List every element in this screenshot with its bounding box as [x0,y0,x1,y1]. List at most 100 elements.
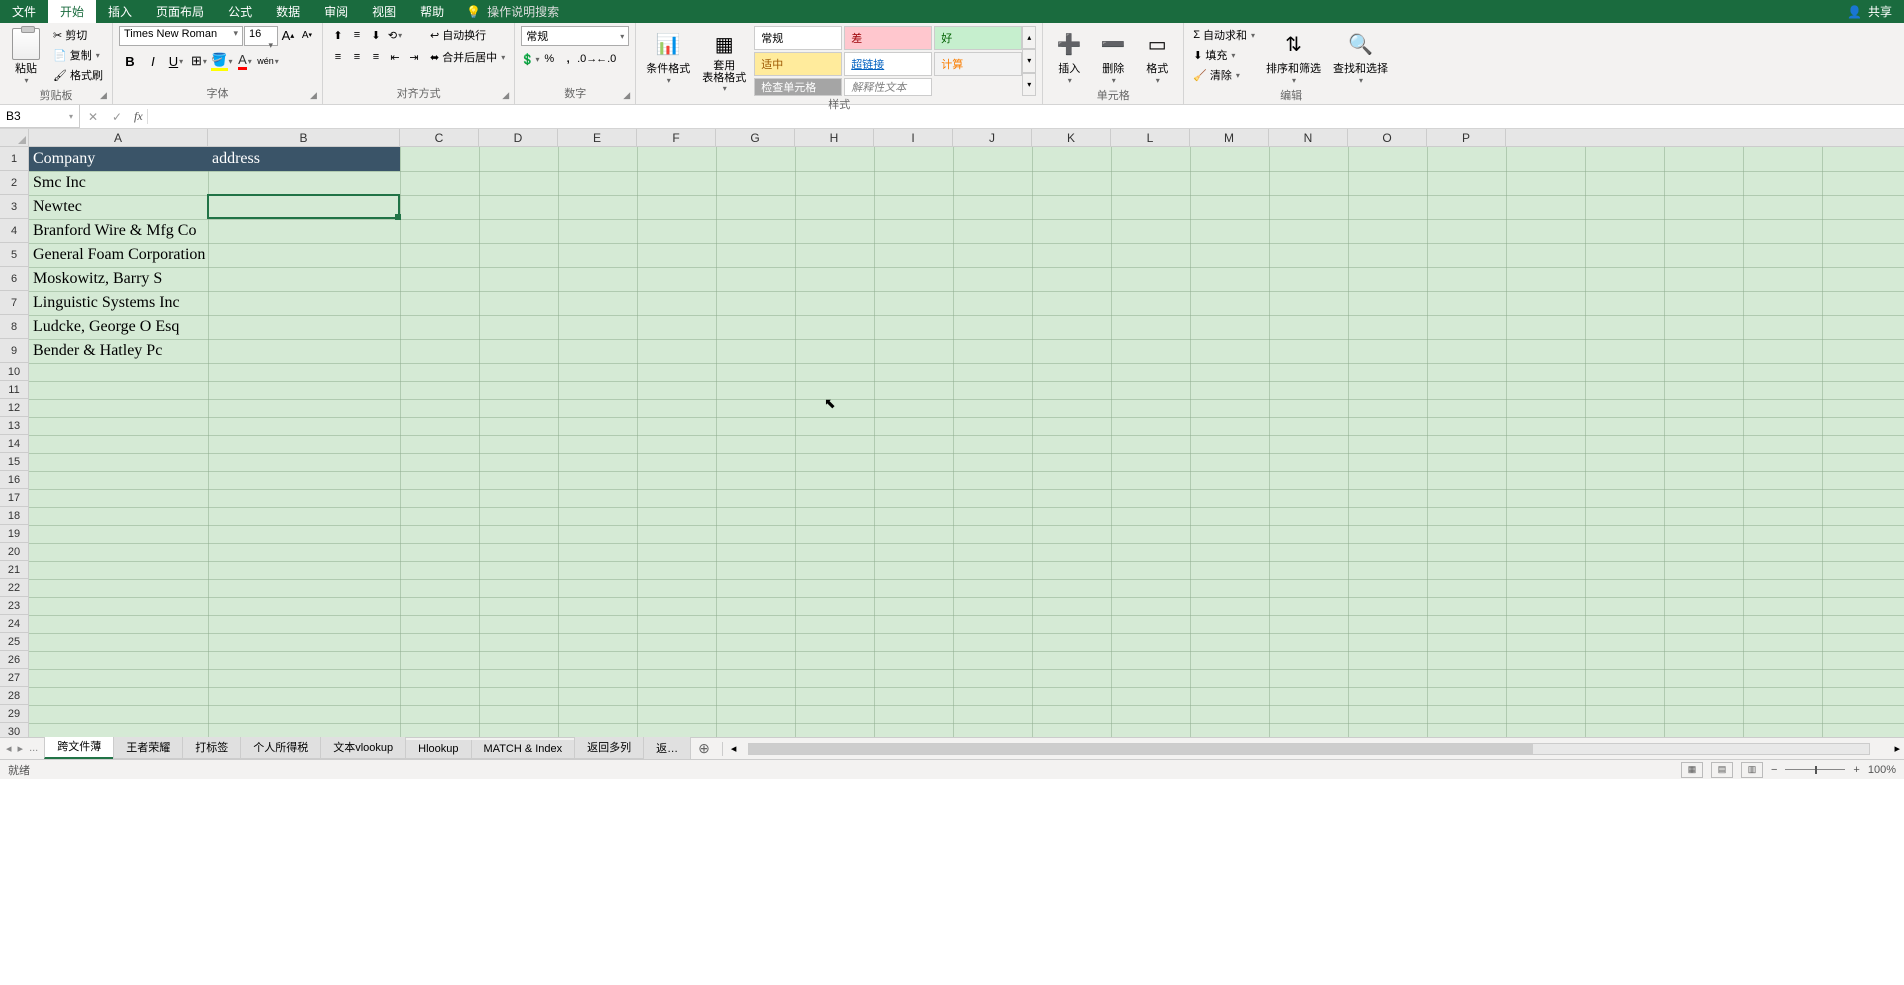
table-format-button[interactable]: ▦ 套用 表格格式▾ [698,26,750,95]
share-icon[interactable]: 👤 [1847,5,1862,19]
row-header-19[interactable]: 19 [0,525,28,543]
row-header-21[interactable]: 21 [0,561,28,579]
font-color-button[interactable]: A▾ [234,50,256,72]
row-header-7[interactable]: 7 [0,291,28,315]
increase-decimal-button[interactable]: .0→ [578,50,596,68]
row-header-13[interactable]: 13 [0,417,28,435]
row-header-18[interactable]: 18 [0,507,28,525]
row-header-6[interactable]: 6 [0,267,28,291]
row-header-10[interactable]: 10 [0,363,28,381]
paste-button[interactable]: 粘贴 ▾ [6,26,46,87]
number-dialog-launcher[interactable]: ◢ [620,89,633,102]
increase-font-button[interactable]: A▴ [279,26,297,44]
alignment-dialog-launcher[interactable]: ◢ [499,89,512,102]
format-cells-button[interactable]: ▭格式▾ [1137,26,1177,87]
increase-indent-button[interactable]: ⇥ [405,48,423,66]
sheet-tab-2[interactable]: 打标签 [182,736,241,759]
menu-data[interactable]: 数据 [264,0,312,23]
row-header-23[interactable]: 23 [0,597,28,615]
sheet-scroll-left[interactable]: ◂ [727,742,741,755]
col-header-D[interactable]: D [479,129,558,146]
wrap-text-button[interactable]: ↩自动换行 [427,26,508,44]
autosum-button[interactable]: Σ自动求和▾ [1190,26,1258,44]
row-header-24[interactable]: 24 [0,615,28,633]
fx-icon[interactable]: fx [130,109,148,124]
insert-cells-button[interactable]: ➕插入▾ [1049,26,1089,87]
row-header-16[interactable]: 16 [0,471,28,489]
row-header-1[interactable]: 1 [0,147,28,171]
font-name-select[interactable]: Times New Roman [119,26,243,46]
menu-review[interactable]: 审阅 [312,0,360,23]
col-header-H[interactable]: H [795,129,874,146]
row-header-5[interactable]: 5 [0,243,28,267]
row-header-12[interactable]: 12 [0,399,28,417]
row-header-8[interactable]: 8 [0,315,28,339]
style-gallery-more[interactable]: ▾ [1022,73,1036,96]
menu-insert[interactable]: 插入 [96,0,144,23]
style-hyperlink[interactable]: 超链接 [844,52,932,76]
percent-format-button[interactable]: % [540,50,558,68]
cell-A4[interactable]: Branford Wire & Mfg Co [29,219,200,243]
zoom-in-button[interactable]: + [1853,764,1859,776]
col-header-L[interactable]: L [1111,129,1190,146]
menu-formulas[interactable]: 公式 [216,0,264,23]
style-gallery-up[interactable]: ▴ [1022,26,1036,49]
align-center-button[interactable]: ≡ [348,48,366,66]
style-bad[interactable]: 差 [844,26,932,50]
delete-cells-button[interactable]: ➖删除▾ [1093,26,1133,87]
row-header-20[interactable]: 20 [0,543,28,561]
cell-A2[interactable]: Smc Inc [29,171,90,195]
row-header-4[interactable]: 4 [0,219,28,243]
col-header-N[interactable]: N [1269,129,1348,146]
col-header-F[interactable]: F [637,129,716,146]
col-header-E[interactable]: E [558,129,637,146]
style-good[interactable]: 好 [934,26,1022,50]
cells-area[interactable]: Company address Smc IncNewtecBranford Wi… [29,147,1904,737]
col-header-C[interactable]: C [400,129,479,146]
col-header-M[interactable]: M [1190,129,1269,146]
number-format-select[interactable]: 常规 [521,26,629,46]
merge-center-button[interactable]: ⬌合并后居中▾ [427,48,508,66]
sheet-tab-0[interactable]: 跨文件薄 [44,735,114,759]
zoom-out-button[interactable]: − [1771,764,1777,776]
sheet-tab-3[interactable]: 个人所得税 [240,736,321,759]
zoom-level[interactable]: 100% [1868,764,1896,776]
border-button[interactable]: ⊞▾ [188,50,210,72]
row-header-11[interactable]: 11 [0,381,28,399]
style-explanatory[interactable]: 解释性文本 [844,78,932,96]
name-box[interactable]: B3 [0,105,80,128]
sort-filter-button[interactable]: ⇅排序和筛选▾ [1262,26,1325,87]
view-pagebreak-button[interactable]: ▥ [1741,762,1763,778]
style-neutral[interactable]: 适中 [754,52,842,76]
sheet-tab-7[interactable]: 返回多列 [574,736,644,759]
cell-A9[interactable]: Bender & Hatley Pc [29,339,166,363]
cut-button[interactable]: ✂剪切 [50,26,106,44]
copy-button[interactable]: 📄复制▾ [50,46,106,64]
orientation-button[interactable]: ⟲▾ [386,26,404,44]
row-header-14[interactable]: 14 [0,435,28,453]
sheet-nav-ellipsis[interactable]: ... [29,742,38,755]
menu-help[interactable]: 帮助 [408,0,456,23]
menu-pagelayout[interactable]: 页面布局 [144,0,216,23]
cell-A3[interactable]: Newtec [29,195,86,219]
cell-A7[interactable]: Linguistic Systems Inc [29,291,184,315]
enter-formula-button[interactable]: ✓ [108,110,126,124]
col-header-O[interactable]: O [1348,129,1427,146]
share-button[interactable]: 共享 [1868,3,1892,20]
sheet-tab-overflow[interactable]: 返… [643,737,691,760]
view-normal-button[interactable]: ▦ [1681,762,1703,778]
cell-style-gallery[interactable]: 常规 差 好 适中 超链接 计算 检查单元格 解释性文本 [754,26,1022,96]
row-header-28[interactable]: 28 [0,687,28,705]
col-header-J[interactable]: J [953,129,1032,146]
fill-color-button[interactable]: 🪣▾ [211,50,233,72]
clipboard-dialog-launcher[interactable]: ◢ [97,89,110,102]
italic-button[interactable]: I [142,50,164,72]
decrease-font-button[interactable]: A▾ [298,26,316,44]
align-middle-button[interactable]: ≡ [348,26,366,44]
menu-view[interactable]: 视图 [360,0,408,23]
format-painter-button[interactable]: 🖌格式刷 [50,66,106,84]
clear-button[interactable]: 🧹清除▾ [1190,66,1258,84]
row-header-27[interactable]: 27 [0,669,28,687]
row-header-25[interactable]: 25 [0,633,28,651]
row-header-26[interactable]: 26 [0,651,28,669]
